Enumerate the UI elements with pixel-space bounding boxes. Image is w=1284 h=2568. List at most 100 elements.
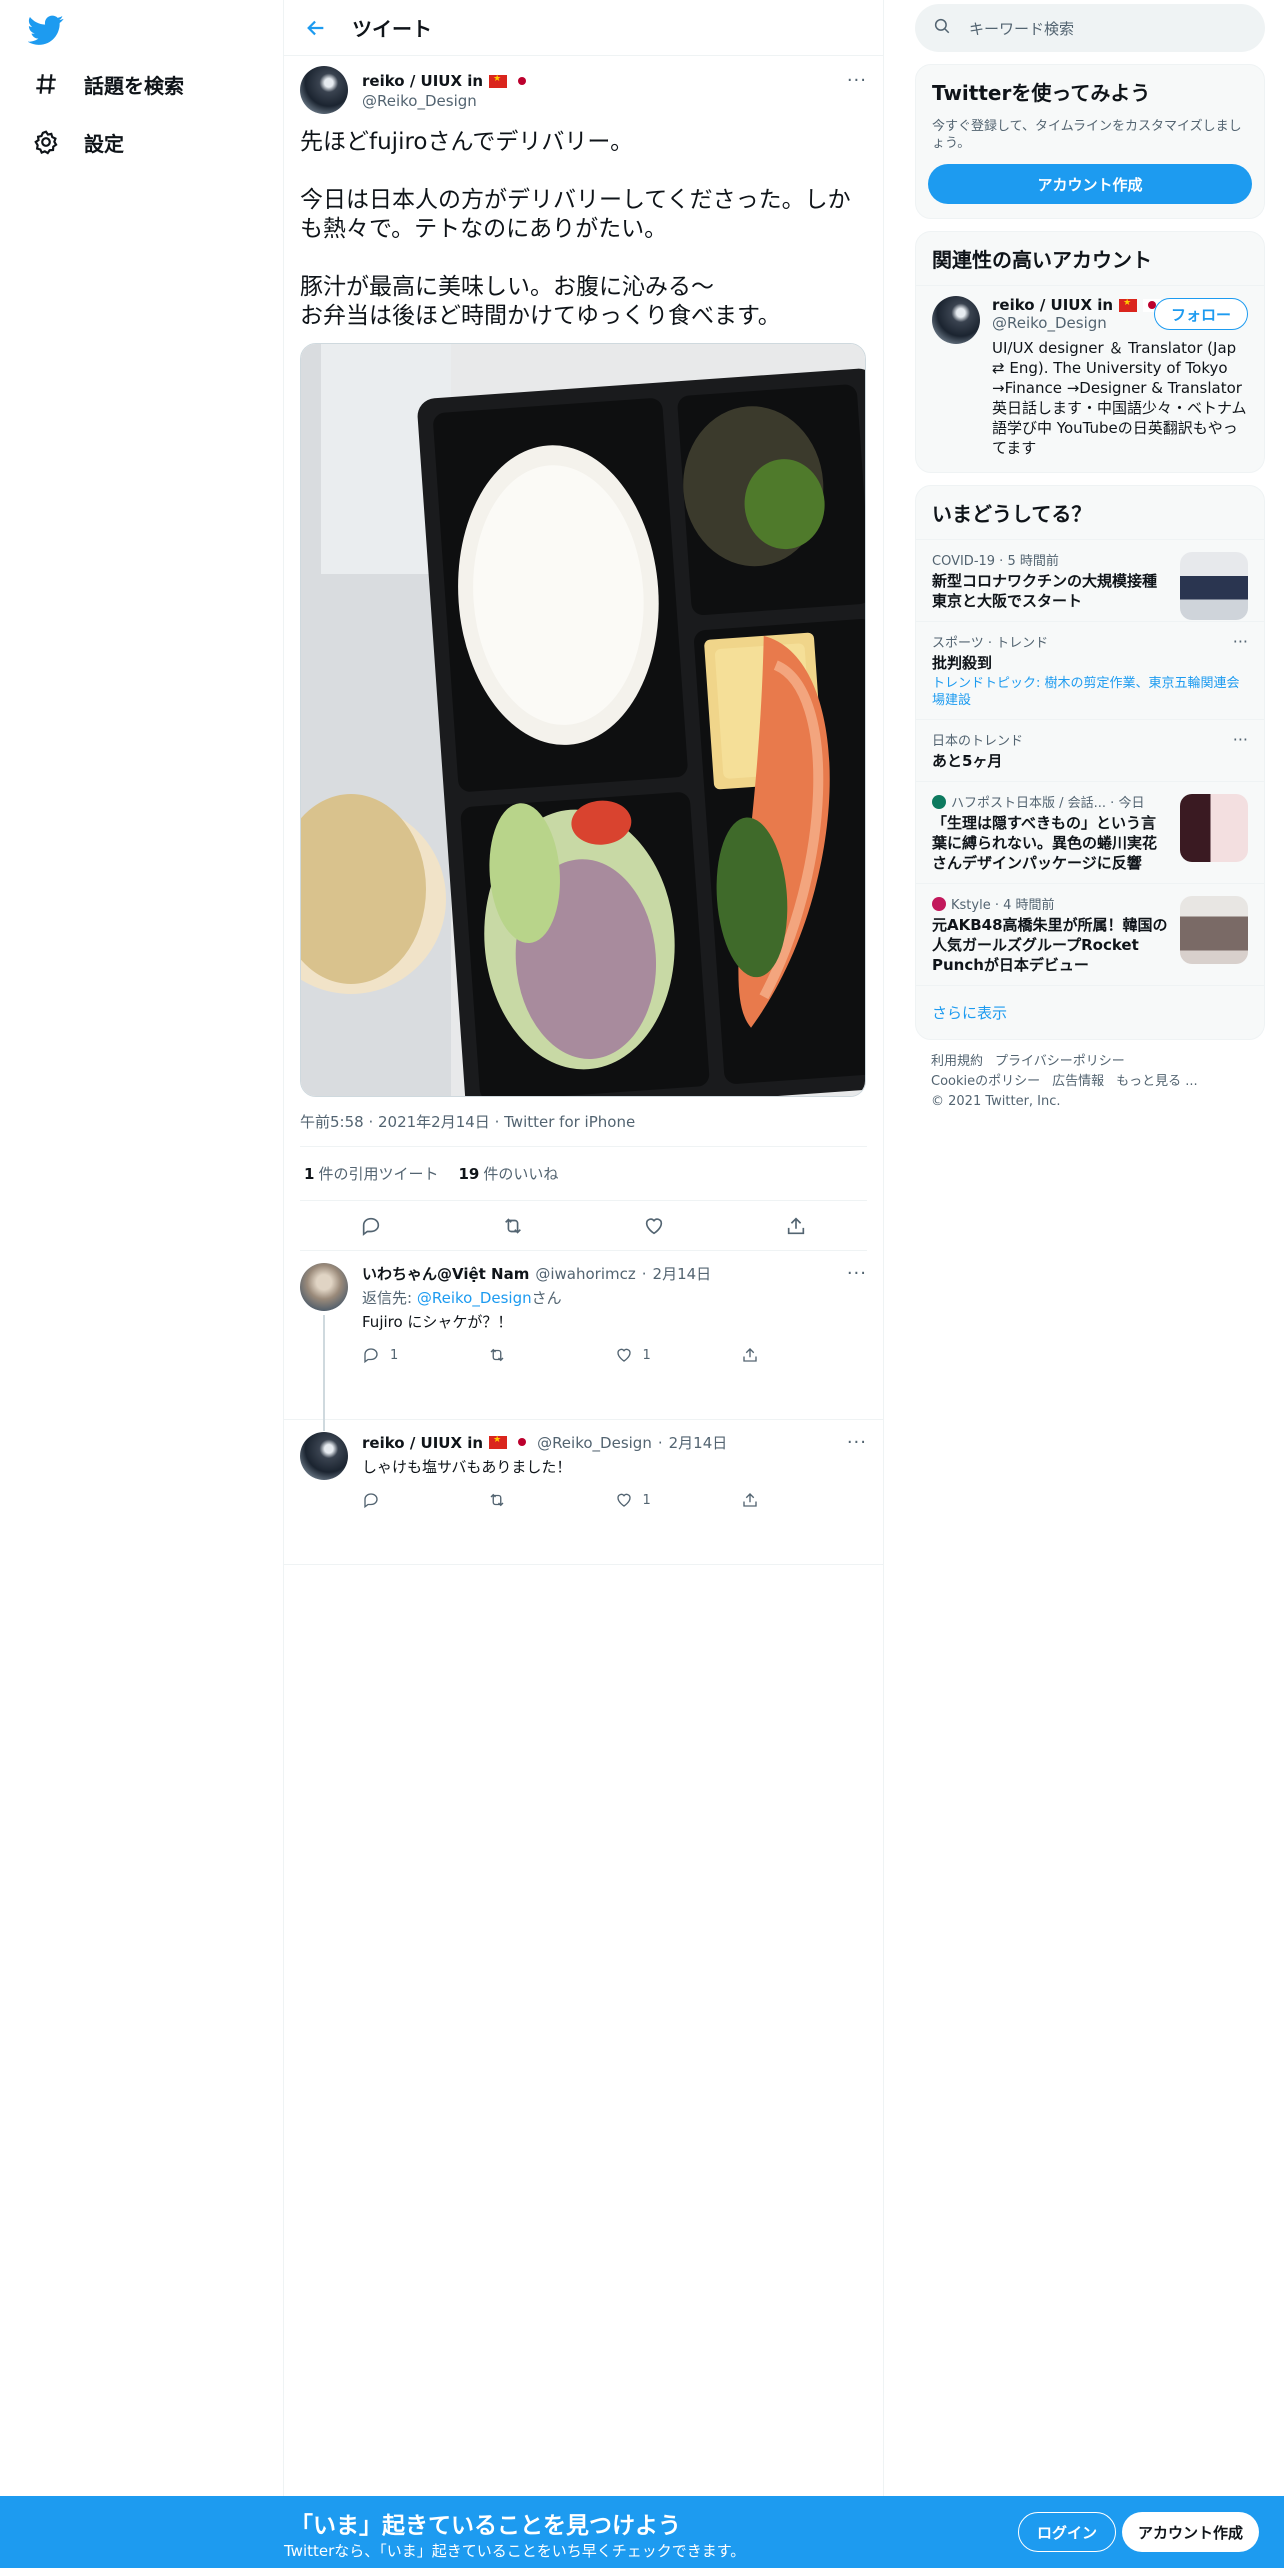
trend-context: COVID-19 · 5 時間前: [932, 554, 1059, 569]
related-bio: UI/UX designer ＆ Translator (Jap ⇄ Eng).…: [992, 339, 1247, 457]
twitter-logo-icon[interactable]: [27, 12, 64, 48]
reply-date[interactable]: 2月14日: [653, 1263, 712, 1284]
login-button[interactable]: ログイン: [1018, 2512, 1117, 2552]
more-link[interactable]: もっと見る ...: [1116, 1074, 1198, 1089]
signup-subtitle: 今すぐ登録して、タイムラインをカスタマイズしましょう。: [932, 119, 1242, 151]
follow-button[interactable]: フォロー: [1153, 298, 1248, 330]
signup-card: Twitterを使ってみよう 今すぐ登録して、タイムラインをカスタマイズしましょ…: [915, 64, 1265, 219]
more-options-icon[interactable]: ···: [847, 70, 867, 91]
bottom-subtext: Twitterなら、「いま」起きていることをいち早くチェックできます。: [284, 2542, 746, 2560]
share-button[interactable]: [741, 1346, 867, 1364]
hashtag-icon: [32, 70, 60, 98]
trend-title: 元AKB48高橋朱里が所属！韓国の人気ガールズグループRocket Punchが…: [932, 916, 1168, 974]
signup-title: Twitterを使ってみよう: [932, 81, 1151, 105]
reply-date[interactable]: 2月14日: [669, 1432, 728, 1453]
tweet-date[interactable]: 2021年2月14日: [378, 1113, 490, 1131]
share-icon: [743, 1493, 757, 1507]
signup-button[interactable]: アカウント作成: [1122, 2512, 1260, 2552]
related-name[interactable]: reiko / UIUX in: [992, 296, 1113, 314]
reply-button[interactable]: [362, 1491, 488, 1509]
reply-author-handle[interactable]: @Reiko_Design: [537, 1434, 652, 1452]
search-box[interactable]: キーワード検索: [915, 4, 1265, 52]
tweet-text: 先ほどfujiroさんでデリバリー。 今日は日本人の方がデリバリーしてくださった…: [300, 129, 851, 329]
quote-label: 件の引用ツイート: [318, 1165, 439, 1183]
trend-title: 新型コロナワクチンの大規模接種 東京と大阪でスタート: [932, 572, 1158, 610]
main-column: ツイート reiko / UIUX in @Reiko_Design ··· 先…: [284, 0, 884, 2496]
more-options-icon[interactable]: ···: [1233, 632, 1248, 651]
reply-to-handle[interactable]: @Reiko_Design: [417, 1289, 532, 1307]
quote-count: 1: [304, 1165, 315, 1183]
tweet-meta: 午前5:58 · 2021年2月14日 · Twitter for iPhone: [300, 1097, 867, 1147]
footer-links: 利用規約 プライバシーポリシー Cookieのポリシー 広告情報 もっと見る ... …: [915, 1040, 1265, 1124]
tweet-photo[interactable]: [300, 343, 866, 1097]
avatar[interactable]: [932, 296, 980, 344]
nav-item-settings[interactable]: 設定: [32, 118, 124, 166]
author-name: reiko / UIUX in: [362, 72, 484, 90]
retweet-button[interactable]: [488, 1491, 614, 1509]
trend-context: Kstyle · 4 時間前: [951, 898, 1055, 913]
related-account[interactable]: reiko / UIUX in @Reiko_Design UI/UX desi…: [916, 286, 1264, 472]
reply-tweet[interactable]: reiko / UIUX in @Reiko_Design · 2月14日 しゃ…: [284, 1420, 883, 1565]
reply-author-handle[interactable]: @iwahorimcz: [535, 1265, 635, 1283]
japan-flag-icon: [513, 1436, 532, 1449]
like-button[interactable]: 1: [615, 1491, 741, 1509]
more-options-icon[interactable]: ···: [847, 1432, 867, 1453]
back-arrow-icon[interactable]: [300, 12, 332, 44]
avatar[interactable]: [300, 1263, 348, 1311]
search-input[interactable]: キーワード検索: [969, 18, 1074, 39]
privacy-link[interactable]: プライバシーポリシー: [995, 1054, 1125, 1069]
trend-item[interactable]: Kstyle · 4 時間前 元AKB48高橋朱里が所属！韓国の人気ガールズグル…: [916, 883, 1264, 985]
retweet-icon[interactable]: [501, 1214, 525, 1238]
trend-title: あと5ヶ月: [932, 752, 1003, 770]
huffpost-logo-icon: [932, 794, 946, 809]
trend-title: 批判殺到: [932, 654, 993, 672]
reply-text: Fujiro にシャケが？！: [362, 1313, 513, 1331]
trends-card: いまどうしてる？ COVID-19 · 5 時間前 新型コロナワクチンの大規模接…: [915, 485, 1265, 1040]
nav-item-explore[interactable]: 話題を検索: [32, 60, 184, 108]
reply-icon[interactable]: [359, 1214, 383, 1238]
trend-item[interactable]: COVID-19 · 5 時間前 新型コロナワクチンの大規模接種 東京と大阪でス…: [916, 539, 1264, 621]
tweet-author[interactable]: reiko / UIUX in @Reiko_Design: [362, 72, 532, 110]
related-accounts-card: 関連性の高いアカウント reiko / UIUX in @Reiko_Desig…: [915, 231, 1265, 473]
trend-thumbnail: [1180, 552, 1248, 620]
vietnam-flag-icon: [489, 1435, 508, 1449]
more-options-icon[interactable]: ···: [1233, 730, 1248, 749]
gear-icon: [32, 128, 60, 156]
ads-link[interactable]: 広告情報: [1052, 1074, 1104, 1089]
share-button[interactable]: [741, 1491, 867, 1509]
more-options-icon[interactable]: ···: [847, 1263, 867, 1284]
reply-author-name[interactable]: いわちゃん@Việt Nam: [362, 1263, 529, 1284]
like-button[interactable]: 1: [615, 1346, 741, 1364]
trend-item[interactable]: ハフポスト日本版 / 会話... · 今日 「生理は隠すべきもの」という言葉に縛…: [916, 781, 1264, 883]
reply-to: 返信先: @Reiko_Designさん: [362, 1287, 867, 1308]
like-count: 19: [458, 1165, 480, 1183]
search-icon: [933, 17, 951, 39]
share-icon[interactable]: [784, 1214, 808, 1238]
likes-link[interactable]: 19 件のいいね: [458, 1163, 558, 1184]
vietnam-flag-icon: [489, 74, 508, 88]
trend-item[interactable]: 日本のトレンド あと5ヶ月 ···: [916, 719, 1264, 781]
like-heart-icon: [616, 1348, 631, 1362]
like-heart-icon[interactable]: [642, 1214, 666, 1238]
page-header: ツイート: [284, 0, 883, 56]
trend-topics[interactable]: トレンドトピック: 樹木の剪定作業、東京五輪関連会場建設: [932, 675, 1248, 709]
reply-button[interactable]: 1: [362, 1346, 488, 1364]
trend-context: ハフポスト日本版 / 会話... · 今日: [951, 796, 1145, 811]
retweet-button[interactable]: [488, 1346, 614, 1364]
thread-line: [323, 1315, 325, 1431]
tweet-time[interactable]: 午前5:58: [300, 1113, 364, 1131]
avatar[interactable]: [300, 1432, 348, 1480]
reply-tweet[interactable]: いわちゃん@Việt Nam @iwahorimcz · 2月14日 返信先: …: [284, 1251, 883, 1431]
cookie-link[interactable]: Cookieのポリシー: [931, 1074, 1040, 1089]
create-account-button[interactable]: アカウント作成: [928, 164, 1252, 204]
reply-author-name[interactable]: reiko / UIUX in: [362, 1434, 483, 1452]
trend-thumbnail: [1180, 794, 1248, 862]
like-label: 件のいいね: [483, 1165, 559, 1183]
avatar[interactable]: [300, 66, 348, 114]
like-count: 1: [642, 1492, 651, 1508]
quote-tweets-link[interactable]: 1 件の引用ツイート: [304, 1163, 438, 1184]
terms-link[interactable]: 利用規約: [931, 1054, 983, 1069]
trend-item[interactable]: スポーツ · トレンド 批判殺到 トレンドトピック: 樹木の剪定作業、東京五輪関…: [916, 621, 1264, 719]
show-more-link[interactable]: さらに表示: [916, 985, 1264, 1039]
tweet-source: Twitter for iPhone: [504, 1113, 636, 1131]
